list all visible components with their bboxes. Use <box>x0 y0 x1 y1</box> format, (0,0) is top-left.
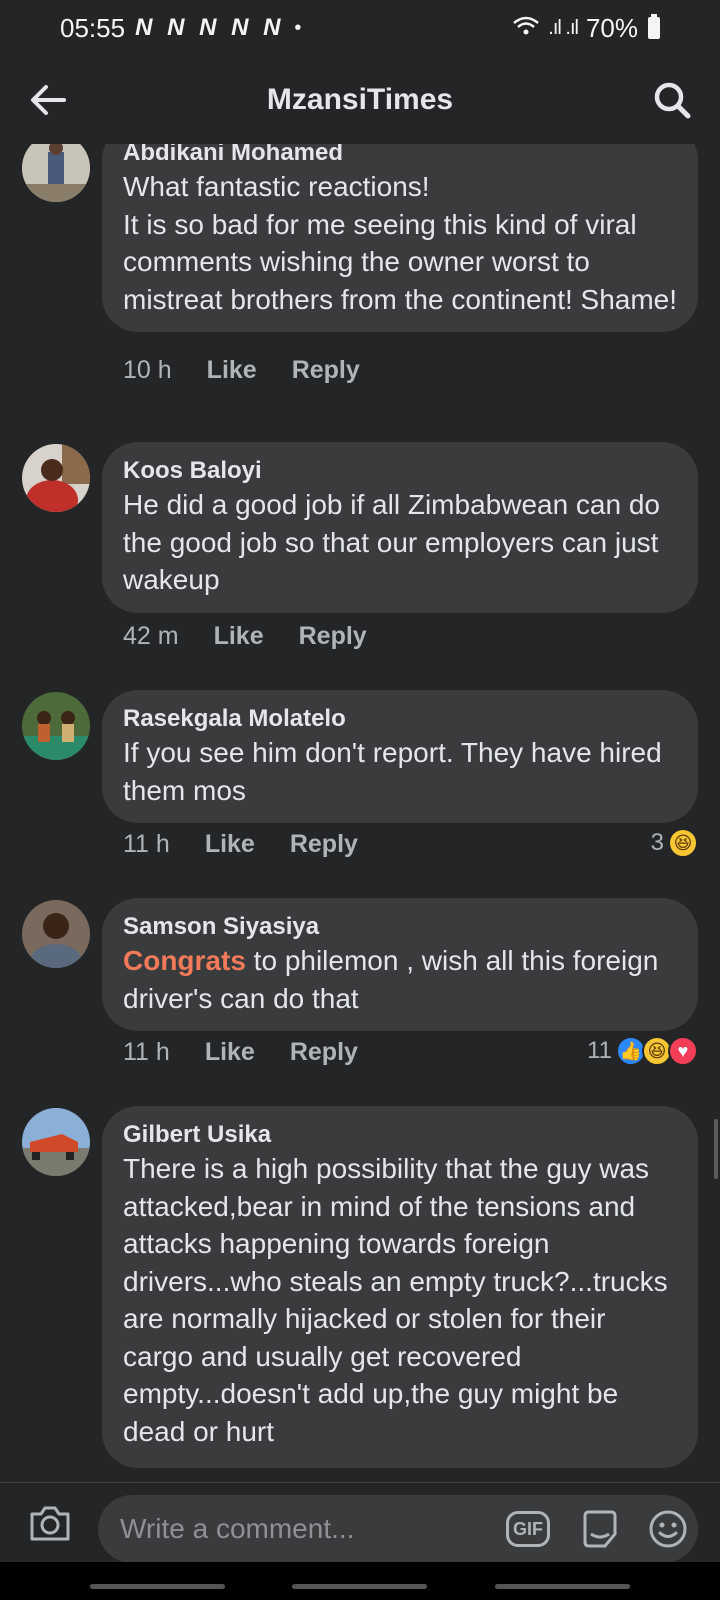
comment-highlight: Congrats <box>123 945 246 976</box>
avatar[interactable] <box>22 900 90 968</box>
nav-recent-button[interactable] <box>90 1584 225 1589</box>
comment-input-placeholder: Write a comment... <box>120 1513 355 1544</box>
back-button[interactable] <box>24 76 72 124</box>
reply-button[interactable]: Reply <box>299 622 367 651</box>
haha-reaction-icon: 😆 <box>668 828 698 858</box>
comment-text: There is a high possibility that the guy… <box>123 1153 668 1447</box>
notification-icons: N N N N N <box>135 14 285 41</box>
comment-text: Congrats to philemon , wish all this for… <box>123 942 678 1017</box>
comment-text: He did a good job if all Zimbabwean can … <box>123 489 661 595</box>
comment-time: 11 h <box>123 830 170 858</box>
search-button[interactable] <box>648 76 696 124</box>
battery-icon <box>648 14 660 39</box>
reaction-summary[interactable]: 3 😆 <box>651 828 698 858</box>
comment-actions: 10 h Like Reply <box>123 356 360 385</box>
avatar[interactable] <box>22 144 90 202</box>
avatar[interactable] <box>22 1108 90 1176</box>
signal-icon: .ıl .ıl <box>548 16 579 39</box>
love-reaction-icon: ♥ <box>668 1036 698 1066</box>
comment-author[interactable]: Koos Baloyi <box>123 456 678 486</box>
avatar[interactable] <box>22 692 90 760</box>
comment-time: 11 h <box>123 1038 170 1066</box>
comment-author[interactable]: Gilbert Usika <box>123 1120 678 1150</box>
comment-author[interactable]: Abdikani Mohamed <box>123 144 678 168</box>
emoji-button[interactable] <box>646 1507 690 1551</box>
page-title: MzansiTimes <box>266 83 454 116</box>
comment-actions: 42 m Like Reply <box>123 622 367 651</box>
comment-bubble[interactable]: Abdikani Mohamed What fantastic reaction… <box>102 144 698 332</box>
comment-bubble[interactable]: Rasekgala Molatelo If you see him don't … <box>102 690 698 823</box>
like-button[interactable]: Like <box>205 830 255 859</box>
reply-button[interactable]: Reply <box>290 830 358 859</box>
comment-text: If you see him don't report. They have h… <box>123 737 662 806</box>
reaction-summary[interactable]: 11 👍 😆 ♥ <box>587 1036 698 1066</box>
like-button[interactable]: Like <box>214 622 264 651</box>
like-button[interactable]: Like <box>207 356 257 385</box>
sticker-button[interactable] <box>578 1507 622 1551</box>
comment-actions: 11 h Like Reply <box>123 1038 358 1067</box>
comment-composer: Write a comment... GIF <box>0 1482 720 1563</box>
emoji-icon <box>649 1510 687 1548</box>
comment-author[interactable]: Rasekgala Molatelo <box>123 704 678 734</box>
comments-feed[interactable]: Abdikani Mohamed What fantastic reaction… <box>0 144 720 1482</box>
nav-home-button[interactable] <box>292 1584 427 1589</box>
nav-back-button[interactable] <box>495 1584 630 1589</box>
camera-icon <box>30 1506 70 1541</box>
top-bar: MzansiTimes <box>0 56 720 144</box>
avatar[interactable] <box>22 444 90 512</box>
search-icon <box>654 82 691 119</box>
comment-bubble[interactable]: Koos Baloyi He did a good job if all Zim… <box>102 442 698 613</box>
reaction-count: 3 <box>650 829 664 856</box>
scrollbar[interactable] <box>714 1119 718 1179</box>
like-button[interactable]: Like <box>205 1038 255 1067</box>
status-time: 05:55 <box>60 12 126 43</box>
reaction-count: 11 <box>587 1037 612 1064</box>
back-arrow-icon <box>31 85 66 115</box>
wifi-icon <box>512 13 540 44</box>
comment-bubble[interactable]: Samson Siyasiya Congrats to philemon , w… <box>102 898 698 1031</box>
comment-time: 42 m <box>123 622 179 650</box>
comment-bubble[interactable]: Gilbert Usika There is a high possibilit… <box>102 1106 698 1468</box>
gif-button[interactable]: GIF <box>506 1511 550 1547</box>
comment-actions: 11 h Like Reply <box>123 830 358 859</box>
comment-time: 10 h <box>123 356 172 384</box>
sticker-icon <box>583 1510 617 1548</box>
battery-percent: 70% <box>585 12 638 43</box>
comment-author[interactable]: Samson Siyasiya <box>123 912 678 942</box>
reply-button[interactable]: Reply <box>290 1038 358 1067</box>
comment-text: What fantastic reactions! It is so bad f… <box>123 171 678 315</box>
system-nav-bar <box>0 1562 720 1600</box>
notification-dot: • <box>294 16 302 39</box>
status-bar: 05:55 N N N N N • .ıl .ıl 70% <box>0 0 720 56</box>
camera-button[interactable] <box>26 1499 74 1547</box>
reply-button[interactable]: Reply <box>292 356 360 385</box>
